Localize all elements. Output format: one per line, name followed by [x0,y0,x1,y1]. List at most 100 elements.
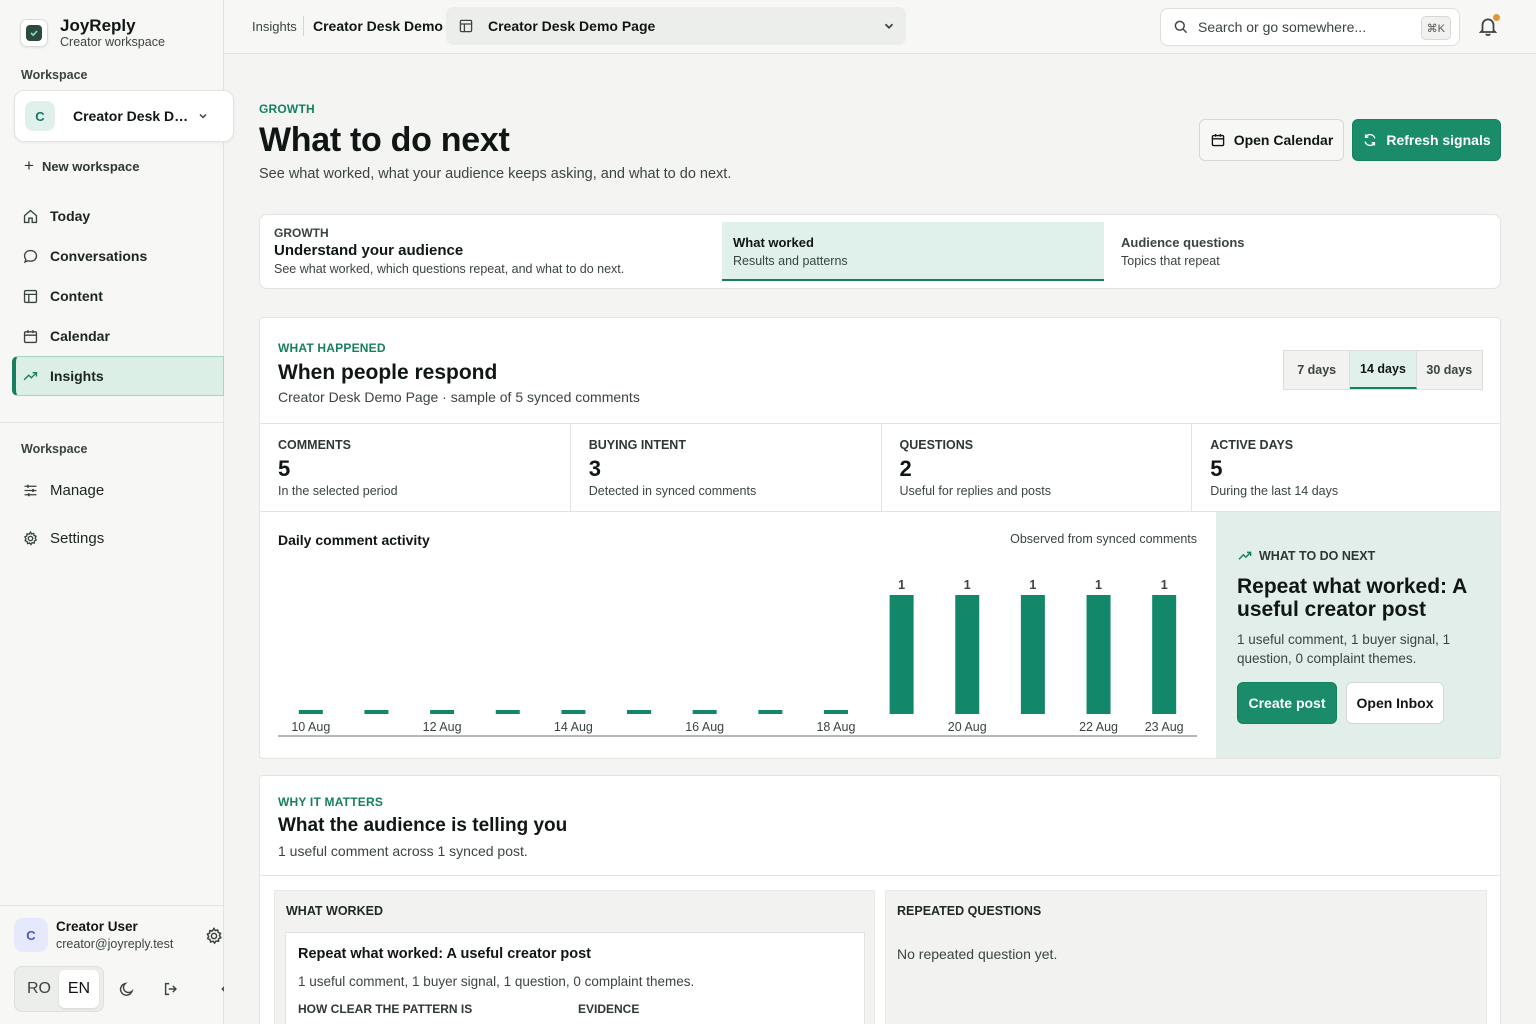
new-workspace-label: New workspace [41,158,140,174]
chart-bar[interactable] [823,710,848,714]
topbar: Insights Creator Desk Demo Creator Desk … [224,0,1536,54]
nav-item-settings[interactable]: Settings [12,514,224,562]
chart-tick-label: 20 Aug [948,720,987,734]
workspace-section-label-2: Workspace [21,442,88,456]
layout-icon [23,289,38,303]
range-30-days[interactable]: 30 days [1417,351,1482,389]
chart-bar[interactable] [1020,595,1045,714]
chart-bar[interactable] [1086,595,1111,714]
page-selector[interactable]: Creator Desk Demo Page [446,7,906,45]
workspace-avatar: C [25,101,55,131]
chart-bar[interactable] [1152,595,1177,714]
tabs-card-eyebrow: GROWTH [274,226,329,240]
chart-bar[interactable] [692,710,717,714]
nav-item-calendar[interactable]: Calendar [12,316,224,356]
chart-data-label: 1 [964,578,971,592]
tab-what-worked[interactable]: What worked Results and patterns [722,222,1104,281]
workspace-section-label: Workspace [21,68,88,82]
nav-item-label: Calendar [50,328,110,344]
main-nav: Today Conversations Content Calendar Ins… [12,196,224,396]
collapse-sidebar-button[interactable] [216,980,224,998]
chart-bar[interactable] [364,710,389,714]
user-settings-gear-icon[interactable] [204,926,224,946]
workspace-switcher[interactable]: C Creator Desk Demo [14,90,234,142]
panel-eyebrow: WHAT HAPPENED [278,341,386,355]
why-it-matters-card: WHY IT MATTERS What the audience is tell… [259,775,1501,1024]
pattern-card[interactable]: Repeat what worked: A useful creator pos… [285,932,865,1024]
open-calendar-label: Open Calendar [1233,132,1334,148]
nav-item-manage[interactable]: Manage [12,466,224,514]
what-happened-panel: WHAT HAPPENED When people respond Creato… [259,317,1501,759]
audience-tabs-card: GROWTH Understand your audience See what… [259,214,1501,289]
chart-bar[interactable] [495,710,520,714]
nav-item-label: Content [50,288,103,304]
logout-button[interactable] [162,980,180,998]
chart-data-label: 1 [1029,578,1036,592]
daily-activity-chart: Daily comment activity Observed from syn… [260,512,1215,758]
search-box: ⌘K [1160,8,1460,46]
chart-tick-label: 23 Aug [1145,720,1184,734]
page-subtitle: See what worked, what your audience keep… [259,166,732,182]
brand-subtitle: Creator workspace [60,35,165,49]
stat-comments: COMMENTS 5 In the selected period [260,424,571,511]
stat-label: QUESTIONS [899,438,974,452]
brand[interactable]: JoyReply Creator workspace [20,16,165,50]
notifications-button[interactable] [1477,14,1500,42]
refresh-signals-label: Refresh signals [1386,132,1491,148]
refresh-icon [1364,133,1376,147]
lang-en-button[interactable]: EN [59,970,99,1008]
page-title: What to do next [259,121,510,159]
nav-item-label: Conversations [50,248,148,264]
chart-bar[interactable] [430,710,455,714]
nav-item-conversations[interactable]: Conversations [12,236,224,276]
search-icon [1174,20,1188,34]
why-subtitle: 1 useful comment across 1 synced post. [278,843,528,859]
tab-audience-questions[interactable]: Audience questions Topics that repeat [1110,222,1490,281]
chart-bar[interactable] [627,710,652,714]
range-selector: 7 days 14 days 30 days [1283,350,1483,390]
trending-up-icon [23,371,38,380]
search-input[interactable] [1198,19,1408,35]
user-profile[interactable]: C Creator User creator@joyreply.test [14,918,224,952]
dark-mode-toggle[interactable] [118,980,136,998]
tab-title: What worked [733,235,814,250]
main-content: GROWTH What to do next See what worked, … [224,55,1536,1024]
chart-data-label: 1 [1161,578,1168,592]
tabs-card-title: Understand your audience [274,242,464,259]
language-switch: RO EN [14,966,104,1012]
notification-dot [1493,14,1500,21]
user-name: Creator User [56,919,138,934]
tab-subtitle: Topics that repeat [1121,254,1220,268]
refresh-signals-button[interactable]: Refresh signals [1352,119,1501,161]
open-inbox-button[interactable]: Open Inbox [1346,682,1444,724]
chart-tick-label: 12 Aug [423,720,462,734]
chat-bubble-icon [23,249,38,263]
nav-item-insights[interactable]: Insights [12,356,224,396]
nav-item-today[interactable]: Today [12,196,224,236]
tabs-card-subtitle: See what worked, which questions repeat,… [274,262,625,276]
chart-bar[interactable] [889,595,914,714]
repeated-questions-heading: REPEATED QUESTIONS [897,904,1042,918]
new-workspace-button[interactable]: + New workspace [24,156,139,176]
stat-value: 3 [588,456,601,481]
stat-value: 2 [899,456,912,481]
create-post-button[interactable]: Create post [1237,682,1337,724]
chart-bar[interactable] [561,710,586,714]
open-calendar-button[interactable]: Open Calendar [1199,119,1344,161]
tab-subtitle: Results and patterns [733,254,848,268]
next-subtitle: 1 useful comment, 1 buyer signal, 1 ques… [1237,632,1451,666]
lang-ro-button[interactable]: RO [19,970,59,1008]
range-7-days[interactable]: 7 days [1284,351,1351,389]
chart-bar[interactable] [758,710,783,714]
range-14-days[interactable]: 14 days [1350,351,1417,389]
pattern-card-subtitle: 1 useful comment, 1 buyer signal, 1 ques… [298,974,695,989]
chart-tick-label: 16 Aug [685,720,724,734]
chart-bar[interactable] [298,710,323,714]
nav-item-content[interactable]: Content [12,276,224,316]
workspace-nav: Manage Settings [12,466,224,562]
stat-questions: QUESTIONS 2 Useful for replies and posts [882,424,1193,511]
stat-caption: In the selected period [278,484,398,498]
breadcrumb-insights[interactable]: Insights [252,19,297,34]
chart-bar[interactable] [955,595,980,714]
sidebar-divider [0,422,224,423]
